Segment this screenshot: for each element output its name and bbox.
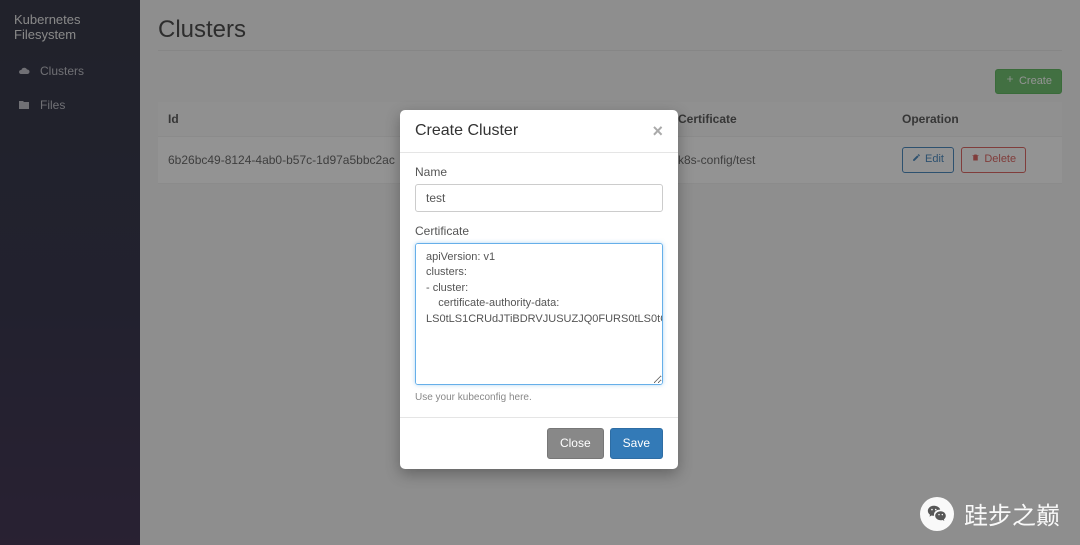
close-icon[interactable]: × <box>652 122 663 140</box>
name-label: Name <box>415 165 663 179</box>
save-button[interactable]: Save <box>610 428 663 459</box>
certificate-label: Certificate <box>415 224 663 238</box>
create-cluster-modal: Create Cluster × Name Certificate Use yo… <box>400 110 678 469</box>
modal-footer: Close Save <box>400 417 678 469</box>
modal-body: Name Certificate Use your kubeconfig her… <box>400 153 678 417</box>
modal-header: Create Cluster × <box>400 110 678 153</box>
wechat-icon <box>920 497 954 531</box>
certificate-help-text: Use your kubeconfig here. <box>415 392 663 403</box>
modal-title: Create Cluster <box>415 122 518 140</box>
watermark-text: 跬步之巅 <box>964 496 1060 531</box>
watermark: 跬步之巅 <box>920 496 1060 531</box>
certificate-textarea[interactable] <box>415 243 663 385</box>
close-button[interactable]: Close <box>547 428 604 459</box>
name-input[interactable] <box>415 184 663 212</box>
